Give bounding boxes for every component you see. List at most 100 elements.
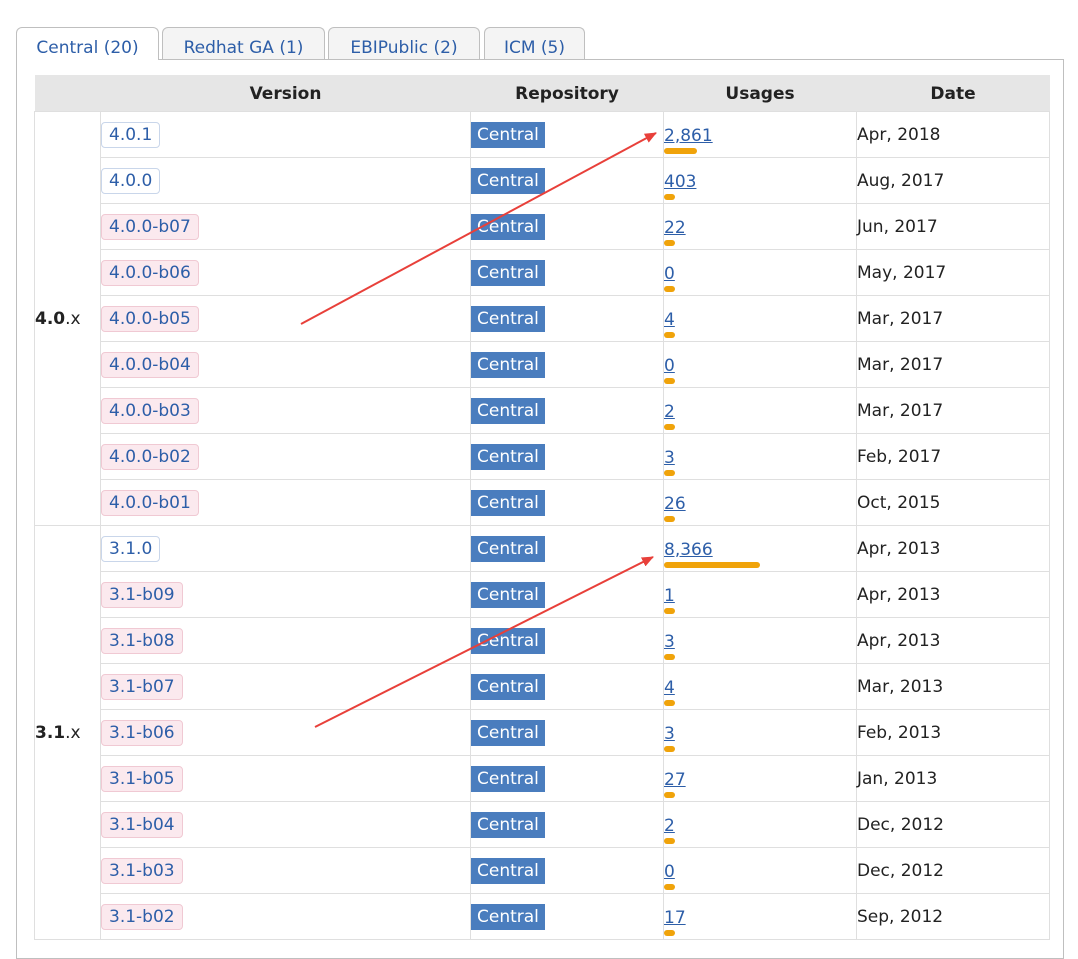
repository-cell: Central xyxy=(470,387,664,434)
repository-cell: Central xyxy=(470,295,664,342)
version-cell: 4.0.0-b02 xyxy=(100,433,471,480)
version-cell: 3.1.0 xyxy=(100,525,471,572)
table-row: 3.1-b06 Central 3 Feb, 2013 xyxy=(35,709,1050,756)
version-link[interactable]: 4.0.0-b03 xyxy=(101,397,199,424)
usages-cell: 2 xyxy=(663,387,857,434)
date-cell: May, 2017 xyxy=(856,249,1050,296)
usages-link[interactable]: 2 xyxy=(664,402,856,422)
usages-link[interactable]: 17 xyxy=(664,908,856,928)
repository-badge[interactable]: Central xyxy=(471,719,545,746)
column-header-usages: Usages xyxy=(663,75,857,112)
repository-badge[interactable]: Central xyxy=(471,581,545,608)
tab-redhat-ga[interactable]: Redhat GA (1) xyxy=(162,27,325,59)
version-cell: 4.0.0-b05 xyxy=(100,295,471,342)
tab-ebipublic[interactable]: EBIPublic (2) xyxy=(328,27,480,59)
version-link[interactable]: 3.1.0 xyxy=(101,535,161,562)
version-link[interactable]: 4.0.0-b06 xyxy=(101,259,199,286)
version-link[interactable]: 4.0.0-b02 xyxy=(101,443,199,470)
usages-cell: 17 xyxy=(663,893,857,940)
repository-badge[interactable]: Central xyxy=(471,443,545,470)
usage-bar xyxy=(664,423,675,430)
usage-bar xyxy=(664,653,675,660)
usages-link[interactable]: 4 xyxy=(664,310,856,330)
repository-badge[interactable]: Central xyxy=(471,489,545,516)
usages-link[interactable]: 3 xyxy=(664,632,856,652)
usages-link[interactable]: 3 xyxy=(664,448,856,468)
date-cell: Mar, 2013 xyxy=(856,663,1050,710)
repository-badge[interactable]: Central xyxy=(471,121,545,148)
major-version: 3.1 xyxy=(35,722,66,743)
repository-cell: Central xyxy=(470,249,664,296)
repository-badge[interactable]: Central xyxy=(471,213,545,240)
usages-link[interactable]: 403 xyxy=(664,172,856,192)
version-link[interactable]: 3.1-b07 xyxy=(101,673,183,700)
table-row: 3.1-b08 Central 3 Apr, 2013 xyxy=(35,617,1050,664)
repository-badge[interactable]: Central xyxy=(471,903,545,930)
version-link[interactable]: 3.1-b09 xyxy=(101,581,183,608)
repository-badge[interactable]: Central xyxy=(471,765,545,792)
usages-link[interactable]: 0 xyxy=(664,862,856,882)
repository-badge[interactable]: Central xyxy=(471,535,545,562)
usages-link[interactable]: 0 xyxy=(664,264,856,284)
version-link[interactable]: 4.0.1 xyxy=(101,121,161,148)
version-link[interactable]: 4.0.0-b04 xyxy=(101,351,199,378)
version-link[interactable]: 4.0.0-b05 xyxy=(101,305,199,332)
version-cell: 4.0.0 xyxy=(100,157,471,204)
usages-link[interactable]: 0 xyxy=(664,356,856,376)
repository-badge[interactable]: Central xyxy=(471,673,545,700)
usages-link[interactable]: 2 xyxy=(664,816,856,836)
version-cell: 3.1-b02 xyxy=(100,893,471,940)
usages-link[interactable]: 22 xyxy=(664,218,856,238)
version-link[interactable]: 3.1-b08 xyxy=(101,627,183,654)
usages-link[interactable]: 3 xyxy=(664,724,856,744)
usages-link[interactable]: 1 xyxy=(664,586,856,606)
repository-badge[interactable]: Central xyxy=(471,857,545,884)
repository-badge[interactable]: Central xyxy=(471,351,545,378)
tab-icm[interactable]: ICM (5) xyxy=(484,27,585,59)
version-link[interactable]: 3.1-b04 xyxy=(101,811,183,838)
repository-badge[interactable]: Central xyxy=(471,397,545,424)
usages-link[interactable]: 26 xyxy=(664,494,856,514)
usages-link[interactable]: 4 xyxy=(664,678,856,698)
usages-link[interactable]: 8,366 xyxy=(664,540,856,560)
date-cell: Aug, 2017 xyxy=(856,157,1050,204)
repository-cell: Central xyxy=(470,755,664,802)
usage-bar xyxy=(664,883,675,890)
version-cell: 3.1-b08 xyxy=(100,617,471,664)
table-header-row: Version Repository Usages Date xyxy=(34,75,1050,112)
repository-badge[interactable]: Central xyxy=(471,305,545,332)
usages-link[interactable]: 2,861 xyxy=(664,126,856,146)
version-link[interactable]: 3.1-b05 xyxy=(101,765,183,792)
repository-badge[interactable]: Central xyxy=(471,167,545,194)
version-link[interactable]: 3.1-b02 xyxy=(101,903,183,930)
usages-cell: 4 xyxy=(663,663,857,710)
version-link[interactable]: 4.0.0-b01 xyxy=(101,489,199,516)
repository-badge[interactable]: Central xyxy=(471,811,545,838)
version-link[interactable]: 3.1-b03 xyxy=(101,857,183,884)
version-link[interactable]: 4.0.0 xyxy=(101,167,161,194)
repository-cell: Central xyxy=(470,571,664,618)
date-cell: Jan, 2013 xyxy=(856,755,1050,802)
version-cell: 4.0.0-b03 xyxy=(100,387,471,434)
repository-cell: Central xyxy=(470,709,664,756)
repository-badge[interactable]: Central xyxy=(471,259,545,286)
usages-link[interactable]: 27 xyxy=(664,770,856,790)
usage-bar xyxy=(664,239,675,246)
tab-central[interactable]: Central (20) xyxy=(16,27,159,60)
date-cell: Feb, 2013 xyxy=(856,709,1050,756)
date-cell: Dec, 2012 xyxy=(856,801,1050,848)
usage-bar xyxy=(664,607,675,614)
version-group-label: 4.0.x xyxy=(34,111,101,526)
repository-badge[interactable]: Central xyxy=(471,627,545,654)
column-header-repository: Repository xyxy=(470,75,664,112)
version-cell: 3.1-b03 xyxy=(100,847,471,894)
usages-cell: 0 xyxy=(663,341,857,388)
table-row: 3.1-b04 Central 2 Dec, 2012 xyxy=(35,801,1050,848)
date-cell: Apr, 2013 xyxy=(856,571,1050,618)
table-row: 4.0.0-b01 Central 26 Oct, 2015 xyxy=(35,479,1050,526)
version-link[interactable]: 4.0.0-b07 xyxy=(101,213,199,240)
usage-bar xyxy=(664,791,675,798)
date-cell: Sep, 2012 xyxy=(856,893,1050,940)
column-header-group xyxy=(34,75,101,112)
version-link[interactable]: 3.1-b06 xyxy=(101,719,183,746)
